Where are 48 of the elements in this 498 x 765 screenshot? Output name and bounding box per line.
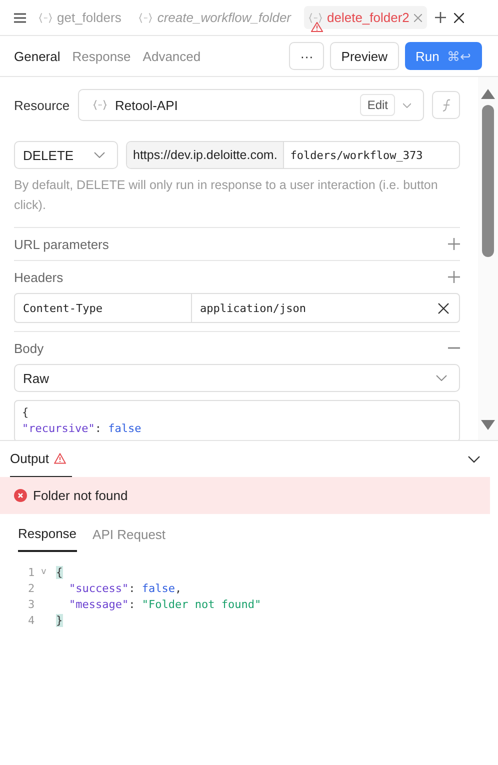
chevron-down-icon <box>94 152 105 158</box>
section-title: Body <box>14 340 44 356</box>
preview-button[interactable]: Preview <box>330 42 399 70</box>
editor-tab[interactable]: General <box>14 48 60 64</box>
line-number: 3 <box>28 598 36 610</box>
editor-tab[interactable]: Advanced <box>142 48 201 64</box>
body-editor[interactable]: { "recursive": false <box>14 400 460 440</box>
response-tab[interactable]: Response <box>18 514 77 552</box>
scroll-down-icon[interactable] <box>481 420 495 430</box>
line-number: 2 <box>28 582 36 594</box>
hint-text: By default, DELETE will only run in response to a user interaction (i.e. button click). <box>14 177 439 214</box>
more-button[interactable]: ··· <box>289 42 324 70</box>
resource-label: Resource <box>14 98 70 112</box>
section-title: URL parameters <box>14 236 109 252</box>
editor-tab[interactable]: Response <box>72 48 131 64</box>
body-type-select[interactable]: Raw <box>14 364 460 392</box>
add-icon[interactable] <box>448 271 460 283</box>
header-key-field[interactable]: Content-Type <box>15 294 192 322</box>
add-icon[interactable] <box>435 12 446 23</box>
chevron-down-icon[interactable] <box>468 456 480 462</box>
line-number: 1 <box>28 566 36 578</box>
edit-button[interactable]: Edit <box>360 94 395 116</box>
error-icon <box>14 489 27 502</box>
close-icon[interactable] <box>454 12 464 22</box>
chevron-down-icon <box>436 375 447 381</box>
header-value-field[interactable]: application/json <box>192 302 438 314</box>
error-message: Folder not found <box>33 488 128 503</box>
method-select[interactable]: DELETE <box>14 141 118 169</box>
line-number: 4 <box>28 614 36 626</box>
code-braces-icon <box>309 12 322 22</box>
code-braces-icon <box>139 12 152 22</box>
resource-select[interactable]: Retool-API Edit <box>78 89 424 121</box>
warning-icon <box>54 453 66 464</box>
response-tab[interactable]: API Request <box>92 514 166 552</box>
code-line: "message": "Folder not found" <box>68 598 262 610</box>
add-icon[interactable] <box>448 238 460 250</box>
code-line: "success": false, <box>68 582 182 594</box>
run-button[interactable]: Run ⌘↩ <box>404 42 482 70</box>
close-icon[interactable] <box>438 302 449 314</box>
warning-icon <box>311 22 324 32</box>
menu-icon[interactable] <box>14 12 26 22</box>
code-braces-icon <box>39 12 52 22</box>
query-tab[interactable]: delete_folder2 <box>304 6 428 29</box>
code-braces-icon <box>93 100 107 110</box>
function-icon <box>442 98 450 112</box>
scroll-up-icon[interactable] <box>481 89 495 99</box>
scrollbar-thumb[interactable] <box>482 105 494 257</box>
section-title: Headers <box>14 270 64 284</box>
